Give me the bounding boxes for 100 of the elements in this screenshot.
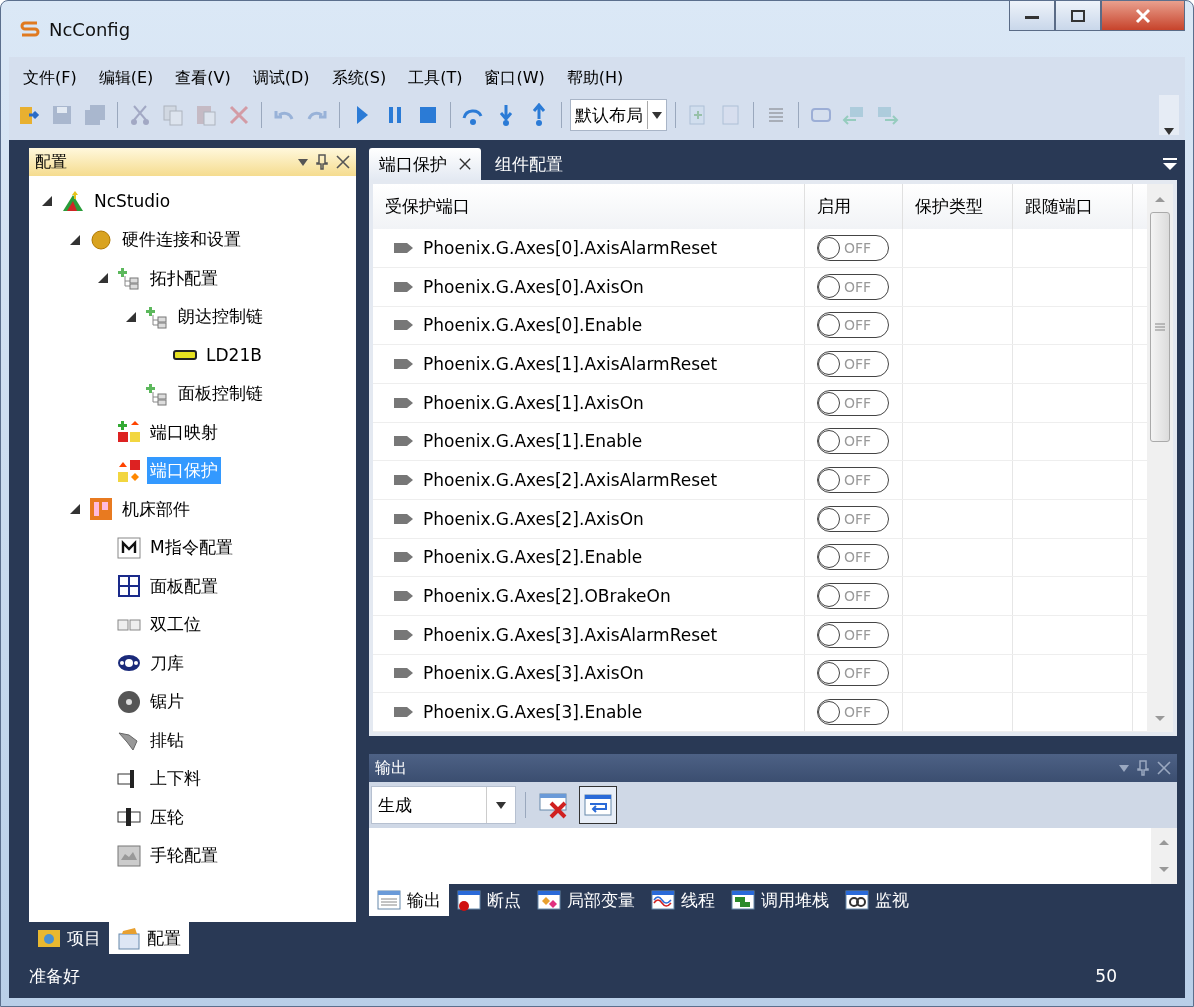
tree-item[interactable]: M指令配置 xyxy=(147,534,236,562)
panel-tab[interactable]: 监视 xyxy=(837,884,917,916)
glasses-icon xyxy=(845,888,869,912)
tree-item[interactable]: 刀库 xyxy=(147,649,187,677)
port-name: Phoenix.G.Axes[2].OBrakeOn xyxy=(423,586,671,607)
tree-item[interactable]: 机床部件 xyxy=(119,495,193,523)
scrollbar[interactable] xyxy=(1151,828,1177,884)
variables-icon xyxy=(537,888,561,912)
scroll-down-icon[interactable] xyxy=(1159,866,1169,874)
expanded-triangle-icon[interactable] xyxy=(98,273,108,284)
output-source-dropdown[interactable]: 生成 xyxy=(371,786,516,824)
panel-tab[interactable]: 断点 xyxy=(449,884,529,916)
disc-icon xyxy=(117,689,141,714)
menu-item[interactable]: 窗口(W) xyxy=(476,65,553,92)
caret-icon xyxy=(496,801,506,809)
port-name: Phoenix.G.Axes[1].AxisAlarmReset xyxy=(423,354,718,375)
layout-dropdown[interactable]: 默认布局 xyxy=(570,99,667,131)
panel-tab[interactable]: 输出 xyxy=(369,884,449,916)
scroll-up-icon[interactable] xyxy=(1155,194,1165,204)
tree-item[interactable]: 拓扑配置 xyxy=(147,264,221,292)
tree-item[interactable]: 排钻 xyxy=(147,726,187,754)
scroll-down-icon[interactable] xyxy=(1155,714,1165,724)
port-name: Phoenix.G.Axes[1].Enable xyxy=(423,431,643,452)
expanded-triangle-icon[interactable] xyxy=(126,311,136,322)
tree-item[interactable]: 锯片 xyxy=(147,688,187,716)
port-arrow-icon xyxy=(393,705,415,720)
menu-item[interactable]: 帮助(H) xyxy=(558,65,632,92)
document-tab[interactable]: 端口保护 xyxy=(369,148,481,180)
port-name: Phoenix.G.Axes[2].AxisAlarmReset xyxy=(423,470,718,491)
tree-item[interactable]: LD21B xyxy=(203,343,265,368)
port-arrow-icon xyxy=(393,395,415,410)
tree-item[interactable]: 面板控制链 xyxy=(175,380,266,408)
port-name: Phoenix.G.Axes[0].AxisAlarmReset xyxy=(423,238,718,259)
tab-list-icon[interactable] xyxy=(1163,158,1177,170)
machine-icon xyxy=(89,497,113,522)
column-header[interactable]: 启用 xyxy=(805,184,903,230)
maximize-button[interactable] xyxy=(1055,1,1101,31)
hierarchy-icon xyxy=(145,381,169,406)
port-arrow-icon xyxy=(393,666,415,681)
menu-item[interactable]: 工具(T) xyxy=(400,65,471,92)
scroll-up-icon[interactable] xyxy=(1159,838,1169,846)
tree-item[interactable]: 硬件连接和设置 xyxy=(119,226,244,254)
caret-icon xyxy=(652,111,662,119)
grip-icon xyxy=(1155,323,1165,331)
status-message: 准备好 xyxy=(29,964,80,988)
menu-item[interactable]: 系统(S) xyxy=(323,65,395,92)
pyramid-icon xyxy=(61,189,85,214)
column-header[interactable]: 保护类型 xyxy=(903,184,1013,230)
port-name: Phoenix.G.Axes[3].AxisAlarmReset xyxy=(423,624,718,645)
grid-panel-icon xyxy=(117,574,141,599)
pin-icon[interactable] xyxy=(316,154,328,170)
stack-icon xyxy=(731,888,755,912)
m-letter-icon xyxy=(117,535,141,560)
tree-item[interactable]: 手轮配置 xyxy=(147,842,221,870)
menu-item[interactable]: 调试(D) xyxy=(244,65,318,92)
port-arrow-icon xyxy=(393,511,415,526)
column-header[interactable]: 受保护端口 xyxy=(373,184,805,230)
panel-tab[interactable]: 局部变量 xyxy=(529,884,643,916)
tree-item[interactable]: 上下料 xyxy=(147,765,204,793)
document-tab[interactable]: 组件配置 xyxy=(485,148,573,180)
close-icon xyxy=(1135,7,1151,24)
minimize-button[interactable] xyxy=(1009,1,1055,31)
toolbar-overflow-button[interactable] xyxy=(1159,95,1179,135)
word-wrap-button[interactable] xyxy=(579,786,617,824)
hierarchy-icon xyxy=(145,304,169,329)
menu-item[interactable]: 查看(V) xyxy=(167,65,239,92)
tree-item[interactable]: 端口映射 xyxy=(147,418,221,446)
expanded-triangle-icon[interactable] xyxy=(42,196,52,207)
menu-item[interactable]: 文件(F) xyxy=(15,65,85,92)
port-arrow-icon xyxy=(393,627,415,642)
port-arrow-icon xyxy=(393,550,415,565)
panel-tab[interactable]: 项目 xyxy=(29,922,109,954)
port-arrow-icon xyxy=(393,279,415,294)
close-icon[interactable] xyxy=(459,158,471,170)
tree-item[interactable]: 压轮 xyxy=(147,803,187,831)
port-name: Phoenix.G.Axes[0].Enable xyxy=(423,315,643,336)
scrollbar[interactable] xyxy=(1147,184,1173,732)
column-header[interactable]: 跟随端口 xyxy=(1013,184,1133,230)
pin-icon[interactable] xyxy=(1137,760,1149,776)
panel-tab[interactable]: 调用堆栈 xyxy=(723,884,837,916)
caret-icon xyxy=(1164,128,1174,135)
expanded-triangle-icon[interactable] xyxy=(70,504,80,515)
caret-icon xyxy=(1119,764,1129,772)
port-arrow-icon xyxy=(393,589,415,604)
port-name: Phoenix.G.Axes[3].Enable xyxy=(423,702,643,723)
close-icon[interactable] xyxy=(336,155,350,169)
tree-item[interactable]: NcStudio xyxy=(91,189,174,214)
output-window-icon xyxy=(377,888,401,912)
panel-title: 配置 xyxy=(35,151,68,173)
port-arrow-icon xyxy=(393,473,415,488)
port-name: Phoenix.G.Axes[3].AxisOn xyxy=(423,663,644,684)
port-name: Phoenix.G.Axes[2].Enable xyxy=(423,547,643,568)
tree-item[interactable]: 面板配置 xyxy=(147,572,221,600)
tree-item[interactable]: 双工位 xyxy=(147,611,204,639)
expanded-triangle-icon[interactable] xyxy=(70,234,80,245)
tree-item[interactable]: 朗达控制链 xyxy=(175,303,266,331)
panel-tab[interactable]: 线程 xyxy=(643,884,723,916)
close-button[interactable] xyxy=(1101,1,1185,31)
menu-item[interactable]: 编辑(E) xyxy=(90,65,162,92)
panel-tab[interactable]: 配置 xyxy=(109,922,189,954)
